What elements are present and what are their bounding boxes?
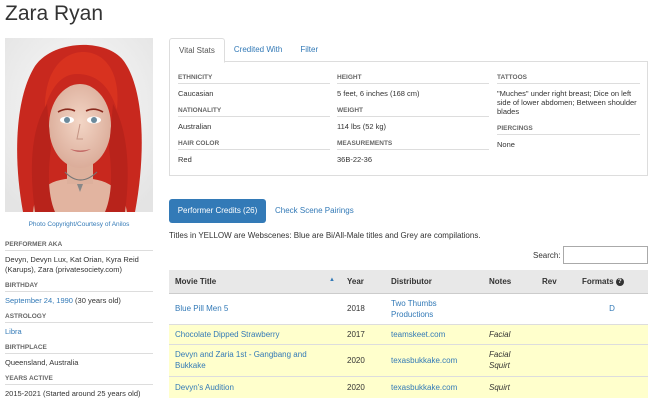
credits-header-row: Movie Title ▲ Year Distributor Notes Rev … [169,270,648,294]
photo-image [5,38,153,212]
movie-notes: Facial Squirt [483,343,536,376]
performer-credits-button[interactable]: Performer Credits (26) [169,199,266,223]
search-label: Search: [533,251,561,260]
ethnicity-label: ETHNICITY [178,74,330,84]
measurements-value: 36B-22-36 [337,155,373,164]
col-movie-title[interactable]: Movie Title ▲ [169,270,341,294]
table-row: Devyn's Audition 2020 texasbukkake.com S… [169,375,648,398]
distributor-link[interactable]: teamskeet.com [385,323,483,344]
performer-tabs: Vital Stats Credited With Filter [169,38,648,63]
bio-birthplace-label: BIRTHPLACE [5,344,153,354]
birthday-link[interactable]: September 24, 1990 [5,296,73,305]
height-label: HEIGHT [337,74,489,84]
birthday-age: (30 years old) [72,296,121,305]
tab-credited-with[interactable]: Credited With [225,38,291,61]
col-rev[interactable]: Rev [536,270,576,294]
col-formats[interactable]: Formats ? [576,270,648,294]
hair-color-value: Red [178,155,192,164]
vital-stats-panel: ETHNICITY Caucasian NATIONALITY Australi… [169,62,648,176]
bio-years-label: YEARS ACTIVE [5,375,153,385]
movie-title-link[interactable]: Devyn's Audition [169,375,341,398]
movie-notes: Squirt [483,375,536,398]
movie-notes: Facial [483,323,536,344]
movie-year: 2017 [341,323,385,344]
bio-birthplace-value: Queensland, Australia [5,358,79,367]
movie-notes [483,292,536,324]
movie-title-link[interactable]: Blue Pill Men 5 [169,292,341,324]
movie-rev [536,323,576,344]
movie-year: 2018 [341,292,385,324]
bio-panel: PERFORMER AKA Devyn, Devyn Lux, Kat Oria… [5,238,153,399]
stats-col-1: ETHNICITY Caucasian NATIONALITY Australi… [178,74,330,173]
question-circle-icon[interactable]: ? [615,277,624,286]
check-scene-pairings-link[interactable]: Check Scene Pairings [275,199,354,223]
bio-birthday-label: BIRTHDAY [5,282,153,292]
weight-value: 114 lbs (52 kg) [337,122,387,131]
tattoos-label: TATTOOS [497,74,640,84]
astrology-link[interactable]: Libra [5,327,22,336]
piercings-value: None [497,140,515,149]
stats-col-2: HEIGHT 5 feet, 6 inches (168 cm) WEIGHT … [337,74,489,173]
distributor-link[interactable]: Two Thumbs Productions [385,292,483,324]
col-distributor[interactable]: Distributor [385,270,483,294]
movie-title-link[interactable]: Chocolate Dipped Strawberry [169,323,341,344]
bio-aka-label: PERFORMER AKA [5,241,153,251]
bio-astrology-label: ASTROLOGY [5,313,153,323]
tattoos-value: "Muches" under right breast; Dice on lef… [497,89,637,116]
movie-rev [536,292,576,324]
movie-title-link[interactable]: Devyn and Zaria 1st - Gangbang and Bukka… [169,343,341,376]
movie-year: 2020 [341,343,385,376]
format-link[interactable]: D [576,292,648,324]
performer-name: Zara Ryan [5,2,104,25]
bio-aka-value: Devyn, Devyn Lux, Kat Orian, Kyra Reid (… [5,255,139,274]
nationality-value: Australian [178,122,212,131]
sort-up-icon: ▲ [329,276,335,283]
movie-rev [536,375,576,398]
movie-rev [536,343,576,376]
table-row: Devyn and Zaria 1st - Gangbang and Bukka… [169,343,648,376]
photo-credit[interactable]: Photo Copyright/Courtesy of Anilos [5,221,153,229]
movie-formats [576,323,648,344]
weight-label: WEIGHT [337,107,489,117]
stats-col-3: TATTOOS "Muches" under right breast; Dic… [497,74,640,158]
movie-formats [576,343,648,376]
hair-color-label: HAIR COLOR [178,140,330,150]
tab-filter[interactable]: Filter [291,38,327,61]
col-year[interactable]: Year [341,270,385,294]
ethnicity-value: Caucasian [178,89,214,98]
bio-years-value: 2015-2021 (Started around 25 years old) [5,389,141,398]
measurements-label: MEASUREMENTS [337,140,489,150]
credits-table: Movie Title ▲ Year Distributor Notes Rev … [169,270,648,398]
tab-vital-stats[interactable]: Vital Stats [169,38,225,63]
movie-year: 2020 [341,375,385,398]
performer-photo[interactable] [5,38,153,212]
bio-astrology-value: Libra [5,323,153,341]
distributor-link[interactable]: texasbukkake.com [385,375,483,398]
nationality-label: NATIONALITY [178,107,330,117]
distributor-link[interactable]: texasbukkake.com [385,343,483,376]
bio-birthday-value: September 24, 1990 (30 years old) [5,292,153,310]
height-value: 5 feet, 6 inches (168 cm) [337,89,420,98]
table-row: Chocolate Dipped Strawberry 2017 teamske… [169,323,648,344]
piercings-label: PIERCINGS [497,125,640,135]
col-notes[interactable]: Notes [483,270,536,294]
movie-formats [576,375,648,398]
title-color-legend: Titles in YELLOW are Webscenes: Blue are… [169,231,481,240]
table-row: Blue Pill Men 5 2018 Two Thumbs Producti… [169,292,648,324]
search-input[interactable] [563,246,648,264]
